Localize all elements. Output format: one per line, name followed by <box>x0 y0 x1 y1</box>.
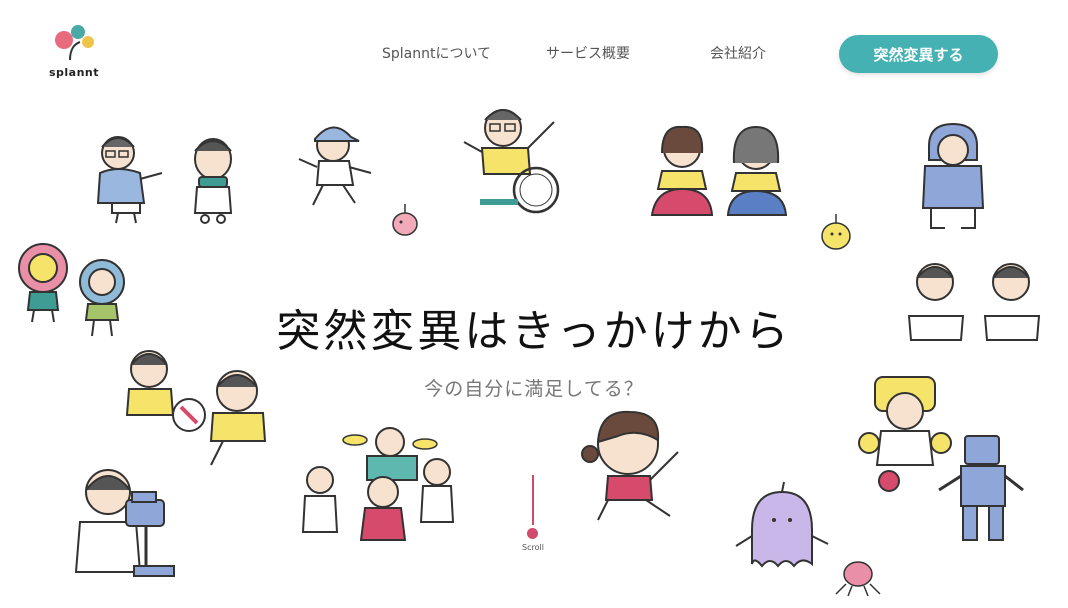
man-with-glasses-sitting-illustration <box>96 136 163 224</box>
nav-service[interactable]: サービス概要 <box>546 43 630 63</box>
girl-running-illustration <box>581 410 679 521</box>
site-logo[interactable]: splannt <box>44 22 104 82</box>
yellow-creature-illustration <box>821 214 851 250</box>
scroll-dot-icon <box>527 528 538 539</box>
pink-octopus-illustration <box>835 561 881 597</box>
two-women-drinking-tea-illustration <box>650 125 788 216</box>
boy-with-scarf-illustration <box>193 138 233 224</box>
hero-subtitle: 今の自分に満足してる？ <box>424 378 644 400</box>
kids-playing-soccer-illustration <box>125 350 267 466</box>
blue-robot-illustration <box>938 435 1024 541</box>
scroll-indicator[interactable]: Scroll <box>512 475 554 555</box>
logo-text: splannt <box>48 66 100 79</box>
cta-button[interactable]: 突然変異する <box>839 35 998 73</box>
hero-title: 突然変異はきっかけから <box>276 306 792 358</box>
drummer-band-illustration <box>301 427 455 541</box>
pink-creature-illustration <box>392 204 418 236</box>
man-in-wheelchair-illustration <box>463 109 560 214</box>
boy-in-cap-walking-illustration <box>298 126 372 206</box>
scroll-label: Scroll <box>522 543 544 552</box>
splannt-logo-icon <box>55 25 94 61</box>
man-with-camera-illustration <box>74 469 175 577</box>
baby-in-blue-suit-illustration <box>921 122 985 229</box>
scroll-line <box>532 475 534 525</box>
purple-ghost-illustration <box>735 481 829 568</box>
nav-about[interactable]: Splanntについて <box>382 43 491 63</box>
nav-company[interactable]: 会社紹介 <box>710 43 766 63</box>
site-header: splannt Splanntについて サービス概要 会社紹介 突然変異する <box>0 0 1068 100</box>
